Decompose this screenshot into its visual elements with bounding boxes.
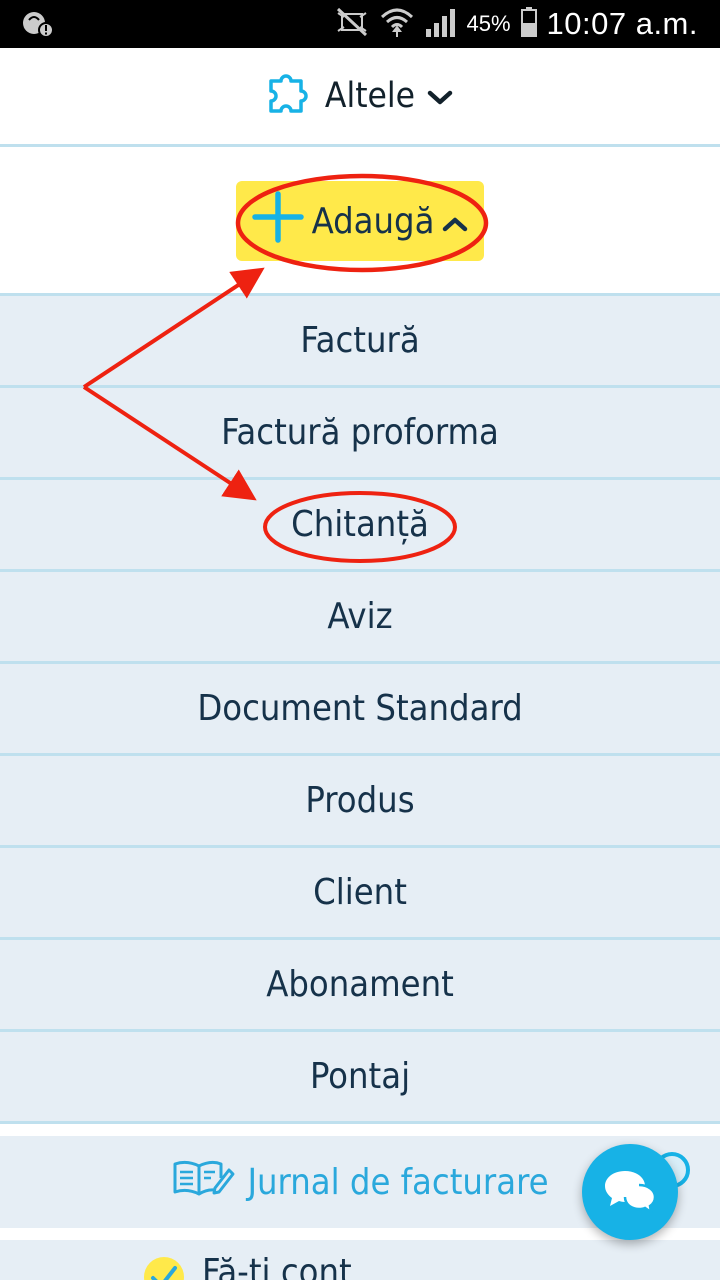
create-account-link[interactable]: Fă-ți cont [0, 1240, 720, 1280]
chevron-up-icon [442, 201, 468, 242]
signal-icon [424, 7, 456, 42]
add-section: Adaugă [0, 147, 720, 296]
status-bar: 45% 10:07 a.m. [0, 0, 720, 48]
book-edit-icon [171, 1158, 235, 1207]
menu-item-factura-proforma[interactable]: Factură proforma [0, 388, 720, 480]
plus-icon [251, 190, 304, 252]
chevron-down-icon [427, 76, 453, 116]
notification-icon [22, 10, 54, 43]
category-selector[interactable]: Altele [267, 71, 453, 122]
menu-item-client[interactable]: Client [0, 848, 720, 940]
menu-item-produs[interactable]: Produs [0, 756, 720, 848]
chat-icon [603, 1167, 657, 1217]
puzzle-icon [267, 71, 315, 122]
menu-item-document-standard[interactable]: Document Standard [0, 664, 720, 756]
menu-item-abonament[interactable]: Abonament [0, 940, 720, 1032]
add-button[interactable]: Adaugă [236, 181, 484, 261]
clock: 10:07 a.m. [546, 6, 698, 41]
chat-button[interactable] [582, 1144, 678, 1240]
add-button-label: Adaugă [311, 200, 435, 242]
category-header[interactable]: Altele [0, 48, 720, 147]
add-menu: Factură Factură proforma Chitanță Aviz D… [0, 296, 720, 1124]
menu-item-aviz[interactable]: Aviz [0, 572, 720, 664]
journal-label: Jurnal de facturare [247, 1161, 549, 1203]
battery-percent: 45% [466, 11, 511, 36]
menu-item-pontaj[interactable]: Pontaj [0, 1032, 720, 1124]
category-title: Altele [324, 76, 416, 116]
wifi-icon [380, 7, 414, 42]
check-icon [143, 1256, 185, 1280]
create-account-label: Fă-ți cont [202, 1252, 352, 1280]
menu-item-chitanta[interactable]: Chitanță [0, 480, 720, 572]
mute-icon [334, 7, 370, 42]
menu-item-factura[interactable]: Factură [0, 296, 720, 388]
battery-icon [520, 6, 537, 42]
